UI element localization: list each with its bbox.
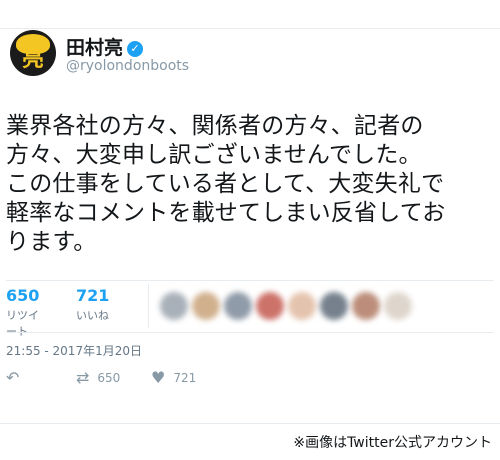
liker-avatar-blurred[interactable] bbox=[224, 292, 252, 320]
stats-separator bbox=[148, 284, 149, 328]
retweet-label: リツイート bbox=[6, 309, 39, 338]
retweet-count: 650 bbox=[6, 286, 40, 305]
like-action-count: 721 bbox=[173, 371, 197, 385]
divider bbox=[6, 332, 494, 333]
reply-button[interactable]: ↶ bbox=[6, 370, 27, 386]
tweet-text: 業界各社の方々、関係者の方々、記者の 方々、大変申し訳ございませんでした。 この… bbox=[6, 112, 494, 257]
like-count: 721 bbox=[76, 286, 110, 305]
tweet-line: この仕事をしている者として、大変失礼で bbox=[6, 171, 445, 197]
like-stat[interactable]: 721 いいね bbox=[76, 286, 109, 323]
liker-avatars-blurred bbox=[160, 290, 420, 324]
tweet-line: 業界各社の方々、関係者の方々、記者の bbox=[6, 113, 424, 139]
verified-badge-icon: ✓ bbox=[127, 41, 144, 57]
name-wrap: 田村亮 ✓ bbox=[66, 33, 144, 60]
avatar[interactable]: 亮 bbox=[10, 30, 56, 76]
like-label: いいね bbox=[76, 309, 109, 322]
tweet-timestamp[interactable]: 21:55 - 2017年1月20日 bbox=[6, 342, 142, 359]
tweet-line: 軽率なコメントを載せてしまい反省してお bbox=[6, 200, 446, 226]
heart-icon: ♥ bbox=[151, 368, 166, 387]
retweet-action-count: 650 bbox=[97, 371, 121, 385]
user-handle[interactable]: @ryolondonboots bbox=[66, 58, 189, 74]
liker-avatar-blurred[interactable] bbox=[192, 292, 220, 320]
liker-avatar-blurred[interactable] bbox=[320, 292, 348, 320]
image-caption: ※画像はTwitter公式アカウント bbox=[293, 435, 492, 451]
display-name[interactable]: 田村亮 bbox=[66, 37, 123, 59]
retweet-button[interactable]: ⇄ 650 bbox=[76, 370, 120, 386]
tweet-line: 方々、大変申し訳ございませんでした。 bbox=[6, 142, 422, 168]
tweet-header: 亮 田村亮 ✓ @ryolondonboots bbox=[10, 30, 410, 80]
avatar-glyph: 亮 bbox=[21, 47, 44, 72]
reply-icon: ↶ bbox=[6, 368, 20, 387]
liker-avatar-blurred[interactable] bbox=[288, 292, 316, 320]
like-button[interactable]: ♥ 721 bbox=[151, 370, 196, 386]
tweet-line: ります。 bbox=[6, 229, 97, 255]
tweet-actions: ↶ ⇄ 650 ♥ 721 bbox=[6, 370, 306, 390]
liker-avatar-blurred[interactable] bbox=[352, 292, 380, 320]
liker-avatar-blurred[interactable] bbox=[160, 292, 188, 320]
liker-avatar-blurred[interactable] bbox=[384, 292, 412, 320]
divider bbox=[6, 280, 494, 281]
liker-avatar-blurred[interactable] bbox=[256, 292, 284, 320]
retweet-icon: ⇄ bbox=[76, 368, 90, 387]
